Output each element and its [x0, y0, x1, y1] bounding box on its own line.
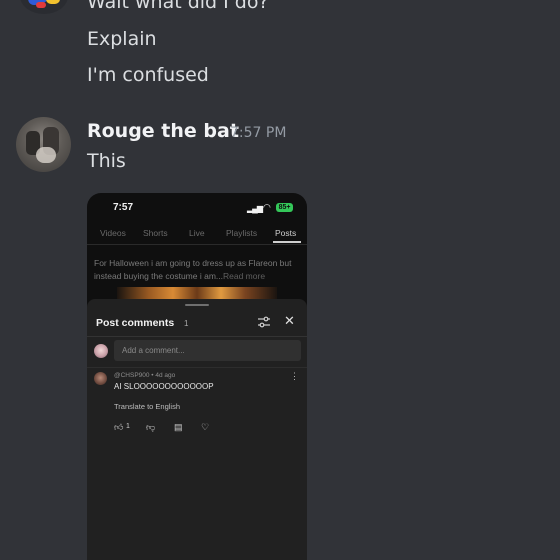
tab-playlists: Playlists [226, 228, 258, 238]
add-comment-input: Add a comment... [114, 340, 301, 361]
tab-live: Live [189, 228, 205, 238]
more-options-icon: ⋮ [290, 371, 299, 381]
post-text: For Halloween i am going to dress up as … [94, 257, 302, 283]
thumbs-down-icon: 👎︎ [146, 422, 156, 432]
like-count: 1 [126, 423, 130, 430]
message-text: Explain [87, 28, 157, 50]
status-time: 7:57 [113, 202, 134, 213]
comments-title: Post comments [96, 317, 175, 329]
wifi-icon: ◠ [263, 202, 271, 212]
avatar [94, 344, 108, 358]
divider [87, 336, 307, 337]
comment-text: AI SLOOOOOOOOOOOOP [114, 382, 214, 391]
channel-tabs: Videos Shorts Live Playlists Posts [87, 223, 307, 243]
message-text: Wait what did I do? [87, 0, 269, 13]
tab-posts: Posts [275, 228, 297, 238]
message-timestamp: 7:57 PM [230, 125, 287, 141]
comments-sheet: Post comments 1 ✕ Add a comment... @CHSP… [87, 299, 307, 560]
image-attachment[interactable]: 7:57 ▂▄▆ ◠ 85+ Videos Shorts Live Playli… [87, 193, 307, 560]
message-author[interactable]: Rouge the bat [87, 120, 239, 142]
user-avatar[interactable] [16, 117, 71, 172]
read-more-link: Read more [223, 271, 266, 281]
comments-count: 1 [184, 319, 189, 328]
tab-videos: Videos [100, 228, 126, 238]
divider [87, 244, 307, 245]
comment-meta: @CHSP900 • 4d ago [114, 372, 176, 379]
divider [87, 367, 307, 368]
battery-icon: 85+ [276, 203, 293, 212]
active-tab-indicator [273, 241, 301, 243]
close-icon: ✕ [284, 313, 295, 328]
message-text: I'm confused [87, 64, 209, 86]
thumbs-up-icon: 👍︎ [114, 422, 124, 432]
chat-area: Wait what did I do? Explain I'm confused… [0, 0, 560, 560]
filter-icon [258, 316, 270, 328]
message-text: This [87, 150, 126, 172]
commenter-avatar [94, 372, 107, 385]
reply-icon: ▤ [174, 422, 183, 432]
phone-status-bar: 7:57 ▂▄▆ ◠ 85+ [87, 193, 307, 223]
translate-link: Translate to English [114, 402, 181, 411]
drag-handle [185, 304, 209, 306]
previous-user-avatar[interactable] [20, 0, 68, 14]
heart-icon: ♡ [201, 422, 210, 432]
tab-shorts: Shorts [143, 228, 168, 238]
signal-icon: ▂▄▆ [247, 204, 263, 213]
